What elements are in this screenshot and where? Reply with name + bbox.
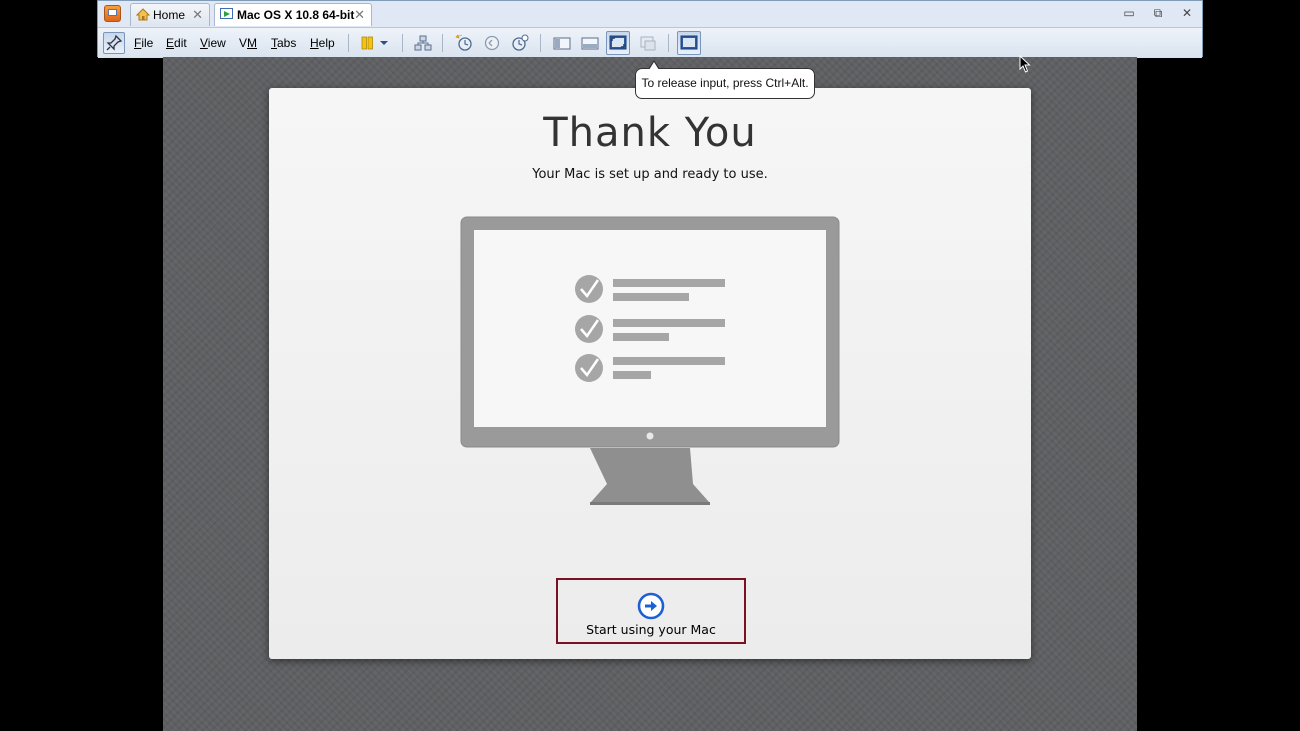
vm-running-icon bbox=[220, 8, 233, 19]
pin-toolbar-button[interactable] bbox=[103, 32, 125, 54]
toolbar-separator bbox=[442, 34, 443, 52]
menu-file[interactable]: File bbox=[134, 32, 153, 54]
console-view-button[interactable] bbox=[677, 31, 701, 55]
sidebar-layout-icon bbox=[553, 37, 571, 50]
full-screen-icon bbox=[609, 35, 627, 50]
minimize-button[interactable]: ▭ bbox=[1120, 5, 1138, 21]
page-subtitle: Your Mac is set up and ready to use. bbox=[532, 167, 768, 182]
snapshot-revert-icon bbox=[484, 35, 500, 51]
vmware-app-icon[interactable] bbox=[104, 5, 121, 22]
start-using-mac-button[interactable]: Start using your Mac bbox=[556, 578, 746, 644]
tab-bar: Home ✕ Mac OS X 10.8 64-bit ✕ ▭ ⧉ ✕ bbox=[98, 1, 1202, 27]
home-icon bbox=[136, 8, 150, 21]
toolbar-separator bbox=[348, 34, 349, 52]
menu-help[interactable]: Help bbox=[310, 32, 335, 54]
menu-view[interactable]: View bbox=[200, 32, 226, 54]
full-screen-button[interactable] bbox=[606, 31, 630, 55]
unity-icon bbox=[640, 36, 656, 51]
tab-mac-os-x[interactable]: Mac OS X 10.8 64-bit ✕ bbox=[214, 3, 372, 26]
menu-tabs[interactable]: Tabs bbox=[271, 32, 296, 54]
unity-button[interactable] bbox=[638, 33, 658, 53]
snapshot-manager-button[interactable] bbox=[510, 33, 530, 53]
network-button[interactable] bbox=[413, 33, 433, 53]
take-snapshot-button[interactable] bbox=[454, 33, 474, 53]
close-window-button[interactable]: ✕ bbox=[1178, 5, 1196, 21]
toolbar-separator bbox=[668, 34, 669, 52]
page-title: Thank You bbox=[543, 110, 757, 156]
menu-edit[interactable]: Edit bbox=[166, 32, 187, 54]
pause-icon bbox=[361, 36, 373, 50]
close-icon[interactable]: ✕ bbox=[354, 4, 365, 26]
start-using-mac-label: Start using your Mac bbox=[586, 622, 716, 637]
power-dropdown[interactable] bbox=[378, 33, 390, 53]
power-button[interactable] bbox=[358, 33, 378, 53]
snapshot-take-icon bbox=[455, 34, 472, 51]
snapshot-manager-icon bbox=[512, 34, 529, 51]
show-thumbnail-bar-button[interactable] bbox=[580, 33, 600, 53]
thumbnail-bar-icon bbox=[581, 37, 599, 50]
arrow-right-circle-icon bbox=[637, 592, 665, 620]
restore-button[interactable]: ⧉ bbox=[1149, 5, 1167, 21]
monitor-illustration bbox=[460, 216, 840, 505]
revert-snapshot-button[interactable] bbox=[482, 33, 502, 53]
mouse-pointer-icon bbox=[1019, 55, 1031, 73]
network-icon bbox=[414, 35, 432, 51]
pin-icon bbox=[106, 34, 123, 51]
tab-home[interactable]: Home ✕ bbox=[130, 3, 210, 26]
console-view-icon bbox=[680, 35, 698, 50]
close-icon[interactable]: ✕ bbox=[192, 4, 203, 26]
menu-vm[interactable]: VM bbox=[239, 32, 257, 54]
tab-home-label: Home bbox=[153, 8, 186, 22]
vmware-window: Home ✕ Mac OS X 10.8 64-bit ✕ ▭ ⧉ ✕ File… bbox=[97, 0, 1203, 58]
chevron-down-icon bbox=[380, 41, 388, 45]
release-input-tooltip: To release input, press Ctrl+Alt. bbox=[635, 60, 815, 99]
menu-toolbar: File Edit View VM Tabs Help bbox=[98, 27, 1202, 58]
toolbar-separator bbox=[540, 34, 541, 52]
toolbar-separator bbox=[402, 34, 403, 52]
show-library-button[interactable] bbox=[552, 33, 572, 53]
tab-mac-os-x-label: Mac OS X 10.8 64-bit bbox=[237, 8, 355, 22]
